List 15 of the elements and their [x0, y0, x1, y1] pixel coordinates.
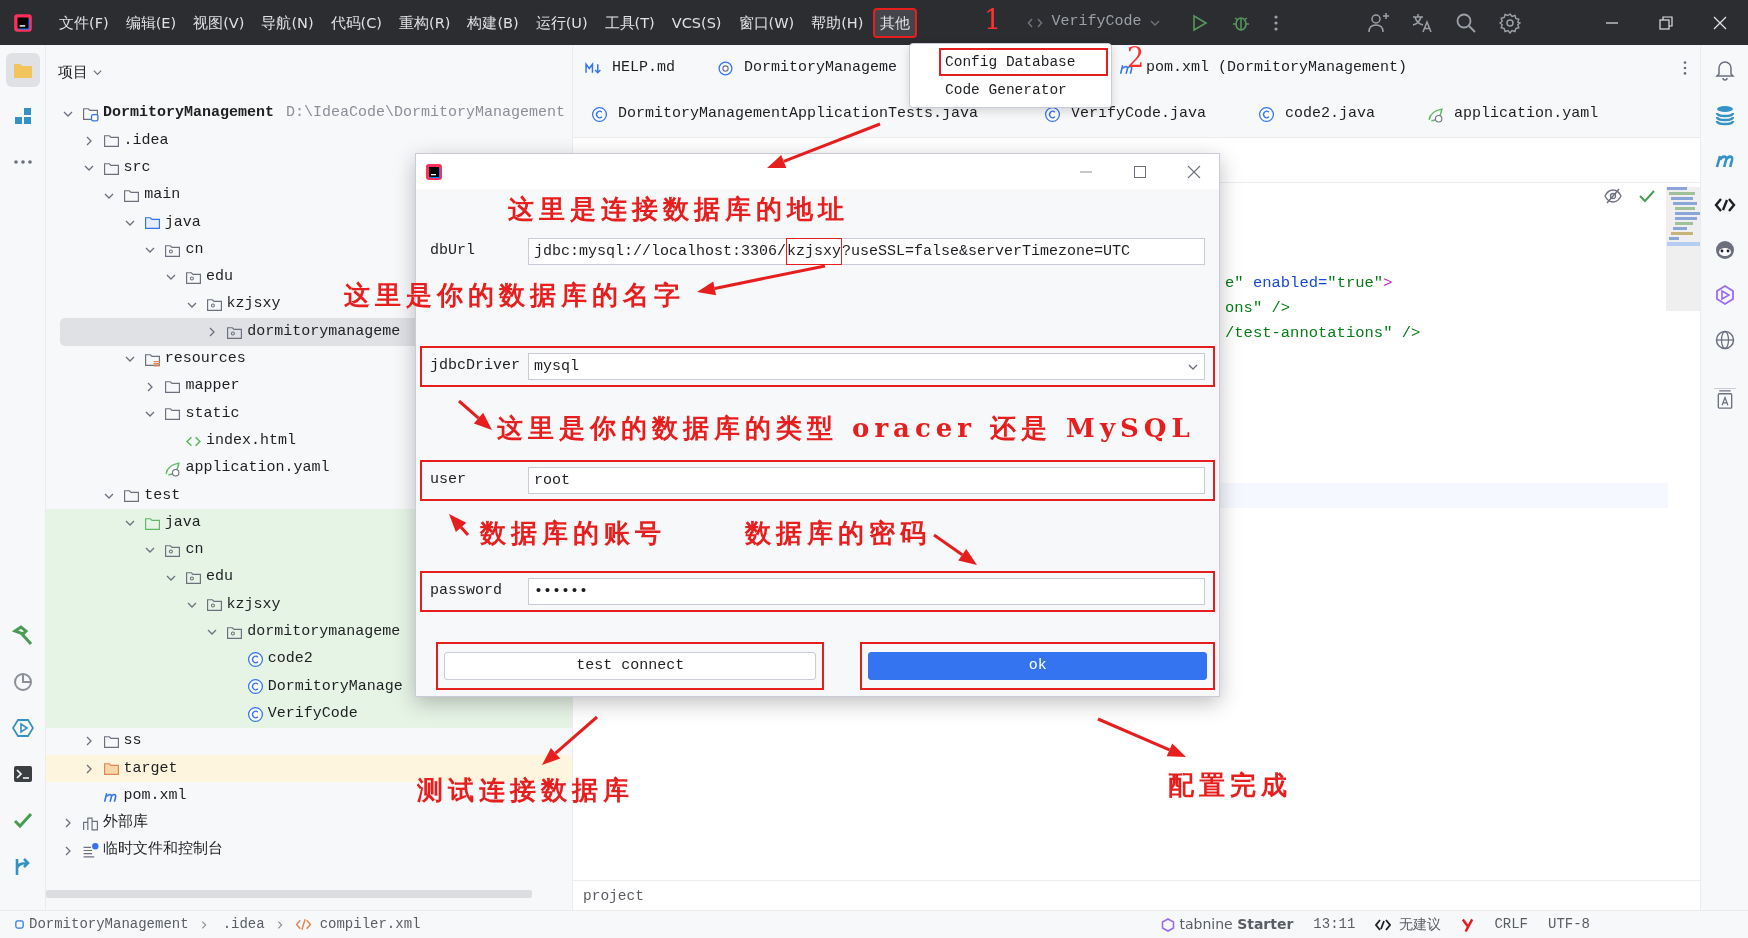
panel-title: 项目 [58, 62, 88, 84]
annotation-text: 这里是连接数据库的地址 [508, 193, 849, 226]
field-label: dbUrl [430, 241, 476, 262]
annotation-text: 这里是你的数据库的类型 oracer 还是 MySQL [497, 412, 1195, 445]
step-number: 2 [1127, 42, 1145, 74]
step-number: 1 [984, 4, 1002, 36]
annotation-text: 数据库的密码 [745, 517, 931, 550]
field-label: jdbcDriver [430, 356, 521, 377]
path-text: D:\IdeaCode\DormitoryManagement [286, 103, 566, 124]
field-label: user [430, 470, 467, 491]
annotation-text: 配置完成 [1168, 769, 1292, 802]
code-line: e" enabled="true"> [1225, 273, 1393, 294]
code-line: /test-annotations" /> [1225, 323, 1421, 344]
code-line: ons" /> [1225, 298, 1291, 319]
annotation-text: 这里是你的数据库的名字 [344, 279, 685, 312]
